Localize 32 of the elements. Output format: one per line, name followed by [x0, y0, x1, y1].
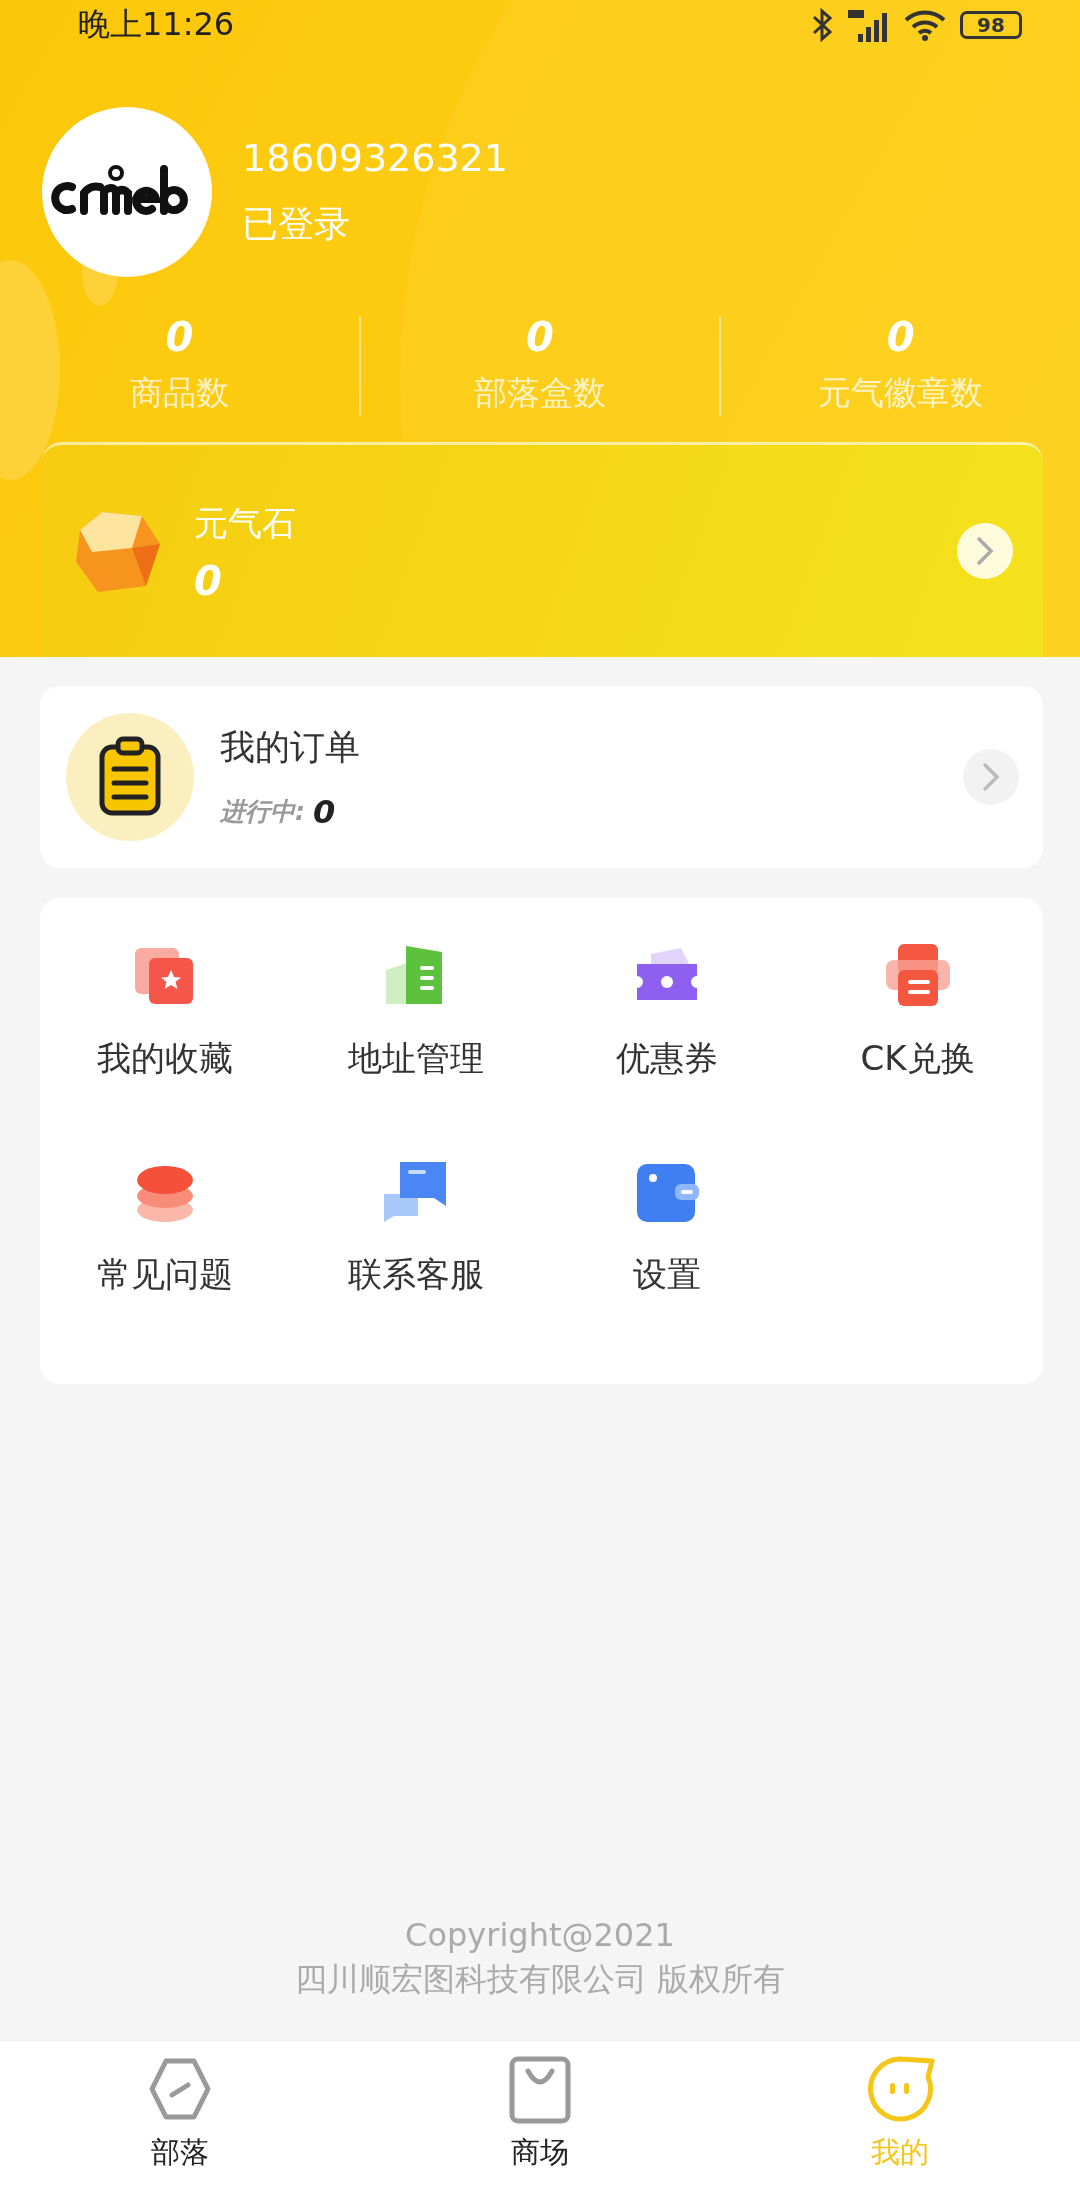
order-title: 我的订单 — [220, 725, 361, 769]
energy-arrow-button[interactable] — [957, 523, 1013, 579]
menu-item[interactable]: 我的收藏 — [97, 940, 234, 1082]
tab-item[interactable]: 商场 — [360, 2041, 720, 2190]
user-phone: 18609326321 — [242, 135, 508, 180]
menu-item[interactable]: 设置 — [630, 1156, 703, 1298]
status-time: 晚上11:26 — [78, 4, 235, 45]
menu-item[interactable]: 联系客服 — [348, 1156, 485, 1298]
progress-label: 进行中: — [220, 796, 305, 828]
stat-value: 0 — [526, 317, 554, 357]
stat-value: 0 — [165, 317, 194, 357]
wifi-icon — [904, 9, 946, 41]
menu-item[interactable]: 优惠券 — [615, 940, 718, 1082]
stat-label: 部落盒数 — [474, 372, 606, 414]
stat-label: 商品数 — [129, 372, 229, 414]
copyright-text: Copyright@2021 — [405, 1916, 675, 1954]
progress-count: 0 — [313, 792, 336, 831]
energy-title: 元气石 — [194, 502, 297, 545]
menu-item[interactable]: 地址管理 — [348, 940, 485, 1082]
menu-item[interactable]: 常见问题 — [97, 1156, 234, 1298]
energy-value: 0 — [194, 561, 223, 601]
signal-icon — [848, 8, 890, 42]
login-status: 已登录 — [242, 201, 351, 246]
stat-label: 元气徽章数 — [818, 372, 984, 414]
clipboard-icon — [66, 713, 194, 841]
order-card[interactable]: 我的订单 进行中: 0 — [40, 686, 1043, 868]
tab-item[interactable]: 部落 — [0, 2041, 360, 2190]
bluetooth-icon — [810, 8, 834, 42]
company-text: 四川顺宏图科技有限公司 版权所有 — [294, 1959, 786, 2000]
battery-level: 98 — [960, 11, 1022, 39]
menu-item[interactable]: CK兑换 — [860, 940, 975, 1082]
stat-value: 0 — [886, 317, 915, 357]
